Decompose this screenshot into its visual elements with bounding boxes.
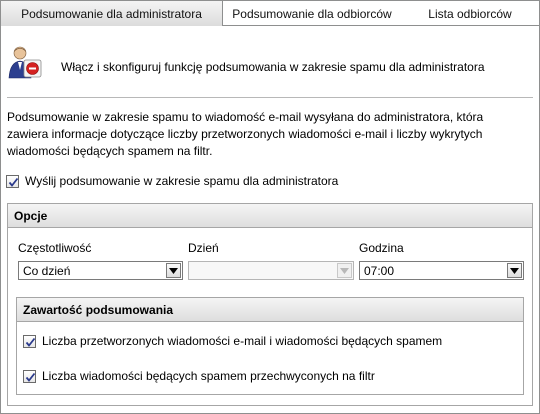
send-summary-option: Wyślij podsumowanie w zakresie spamu dla… — [6, 174, 338, 188]
spam-per-filter-label: Liczba wiadomości będących spamem przech… — [42, 369, 375, 383]
description-line: wiadomości będących spamem na filtr. — [7, 144, 213, 158]
chevron-down-icon[interactable] — [507, 263, 522, 278]
summary-content-group: Zawartość podsumowania Liczba przetworzo… — [16, 297, 524, 395]
day-label: Dzień — [188, 241, 219, 255]
summary-item: Liczba przetworzonych wiadomości e-mail … — [23, 334, 442, 348]
checkmark-icon — [8, 177, 19, 187]
hour-label: Godzina — [359, 241, 404, 255]
send-summary-label: Wyślij podsumowanie w zakresie spamu dla… — [25, 174, 339, 188]
description: Podsumowanie w zakresie spamu to wiadomo… — [7, 109, 527, 160]
summary-item: Liczba wiadomości będących spamem przech… — [23, 369, 375, 383]
admin-user-icon — [8, 46, 42, 79]
chevron-down-icon[interactable] — [337, 263, 352, 278]
checkmark-icon — [25, 372, 36, 382]
hour-value: 07:00 — [364, 264, 395, 278]
page-header: Włącz i skonfiguruj funkcję podsumowania… — [1, 44, 539, 92]
processed-count-checkbox[interactable] — [23, 334, 36, 348]
chevron-down-icon[interactable] — [166, 263, 181, 278]
summary-content-title: Zawartość podsumowania — [17, 298, 523, 322]
send-summary-checkbox[interactable] — [6, 174, 19, 188]
spam-per-filter-checkbox[interactable] — [23, 369, 36, 383]
hour-select[interactable]: 07:00 — [359, 261, 524, 280]
tab-admin-summary[interactable]: Podsumowanie dla administratora — [1, 1, 223, 26]
header-text: Włącz i skonfiguruj funkcję podsumowania… — [61, 60, 485, 74]
divider — [7, 97, 533, 98]
tab-recipient-list[interactable]: Lista odbiorców — [401, 1, 539, 26]
settings-panel: Podsumowanie dla administratora Podsumow… — [0, 0, 540, 414]
tab-bar: Podsumowanie dla administratora Podsumow… — [1, 1, 539, 26]
checkmark-icon — [25, 337, 36, 347]
frequency-label: Częstotliwość — [18, 241, 92, 255]
description-line: Podsumowanie w zakresie spamu to wiadomo… — [7, 110, 484, 124]
options-title: Opcje — [8, 204, 532, 228]
processed-count-label: Liczba przetworzonych wiadomości e-mail … — [42, 334, 443, 348]
tab-recipient-summary[interactable]: Podsumowanie dla odbiorców — [223, 1, 401, 26]
options-group: Opcje Częstotliwość Co dzień Dzień Godzi… — [7, 203, 533, 406]
description-line: zawiera informacje dotyczące liczby prze… — [7, 127, 483, 141]
frequency-value: Co dzień — [23, 264, 71, 278]
day-select[interactable] — [188, 261, 354, 280]
frequency-select[interactable]: Co dzień — [18, 261, 183, 280]
